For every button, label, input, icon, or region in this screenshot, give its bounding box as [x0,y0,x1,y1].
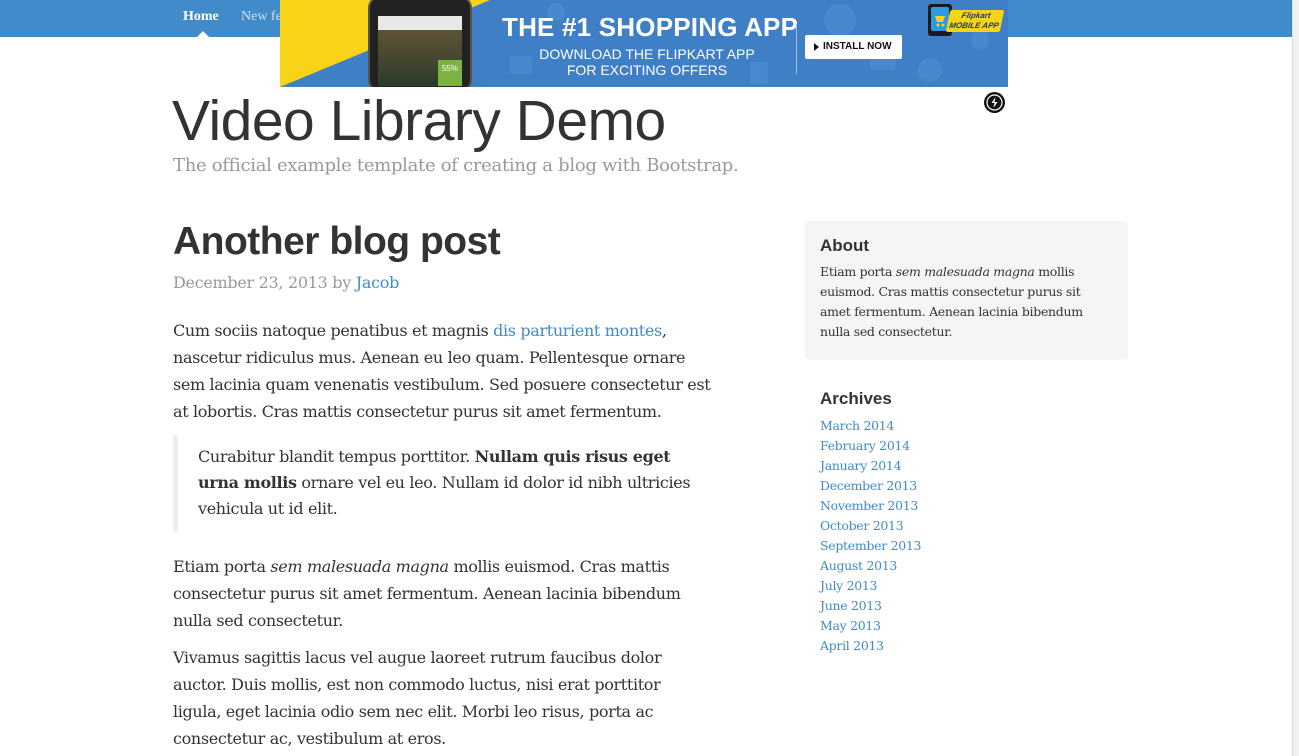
archive-link[interactable]: December 2013 [820,478,917,493]
post-by-label: by [332,273,351,292]
archive-link[interactable]: January 2014 [820,458,902,473]
archive-link[interactable]: October 2013 [820,518,904,533]
archives-list: March 2014 February 2014 January 2014 De… [820,416,1120,656]
archive-item: June 2013 [820,596,1120,616]
archive-item: May 2013 [820,616,1120,636]
post-paragraph-2: Etiam porta sem malesuada magna mollis e… [173,553,713,634]
install-now-button[interactable]: INSTALL NOW [805,35,902,59]
archive-item: July 2013 [820,576,1120,596]
archive-item: October 2013 [820,516,1120,536]
archive-link[interactable]: July 2013 [820,578,878,593]
about-text: Etiam porta sem malesuada magna mollis e… [820,262,1113,342]
archive-link[interactable]: March 2014 [820,418,894,433]
post-title: Another blog post [173,220,501,263]
nav-new-features-link[interactable]: New fe [241,9,282,25]
about-italic-text: sem malesuada magna [895,264,1035,279]
archive-link[interactable]: November 2013 [820,498,918,513]
sidebar-archives-module: Archives March 2014 February 2014 Januar… [820,389,1120,656]
archive-link[interactable]: August 2013 [820,558,897,573]
phone-illustration: 55% [368,0,472,87]
p1-text-start: Cum sociis natoque penatibus et magnis [173,321,494,340]
post-author-link[interactable]: Jacob [356,273,400,292]
archive-link[interactable]: September 2013 [820,538,922,553]
flipkart-ad-banner[interactable]: 55% THE #1 SHOPPING APP DOWNLOAD THE FLI… [280,0,1008,87]
post-paragraph-3: Vivamus sagittis lacus vel augue laoreet… [173,648,662,748]
archive-item: August 2013 [820,556,1120,576]
archive-item: April 2013 [820,636,1120,656]
archive-link[interactable]: June 2013 [820,598,882,613]
install-now-label: INSTALL NOW [823,41,892,52]
post-blockquote: Curabitur blandit tempus porttitor. Null… [173,435,703,532]
lightning-bolt-icon[interactable] [984,92,1005,113]
ad-divider [796,24,797,74]
window-scrollbar[interactable] [1292,0,1299,756]
p2-text-start: Etiam porta [173,557,271,576]
quote-text-start: Curabitur blandit tempus porttitor. [198,447,475,466]
archive-item: September 2013 [820,536,1120,556]
flipkart-logo-text: Flipkart MOBILE APP [945,10,1005,32]
post-meta: December 23, 2013 by Jacob [173,273,399,292]
ad-headline: THE #1 SHOPPING APP [502,12,799,42]
archive-link[interactable]: February 2014 [820,438,910,453]
archive-item: January 2014 [820,456,1120,476]
blog-description: The official example template of creatin… [173,155,739,176]
archive-link[interactable]: May 2013 [820,618,881,633]
archive-item: December 2013 [820,476,1120,496]
post-date: December 23, 2013 [173,273,328,292]
p2-italic-text: sem malesuada magna [270,557,449,576]
about-heading: About [820,236,870,255]
archive-item: November 2013 [820,496,1120,516]
archive-item: February 2014 [820,436,1120,456]
play-arrow-icon [814,43,819,51]
sidebar-about-module: About Etiam porta sem malesuada magna mo… [805,221,1128,360]
active-nav-caret [197,31,209,37]
nav-home-link[interactable]: Home [183,9,219,25]
archive-link[interactable]: April 2013 [820,638,884,653]
ad-subline-1: DOWNLOAD THE FLIPKART APP [539,46,755,62]
p1-inline-link[interactable]: dis parturient montes [493,321,662,340]
ad-subline-2: FOR EXCITING OFFERS [566,62,728,78]
post-paragraph-1: Cum sociis natoque penatibus et magnis d… [173,317,713,425]
blog-title: Video Library Demo [172,89,666,153]
flipkart-logo: Flipkart MOBILE APP [928,4,1005,38]
phone-discount-badge: 55% [438,60,462,86]
archives-heading: Archives [820,389,892,408]
archive-item: March 2014 [820,416,1120,436]
about-text-start: Etiam porta [820,264,896,279]
